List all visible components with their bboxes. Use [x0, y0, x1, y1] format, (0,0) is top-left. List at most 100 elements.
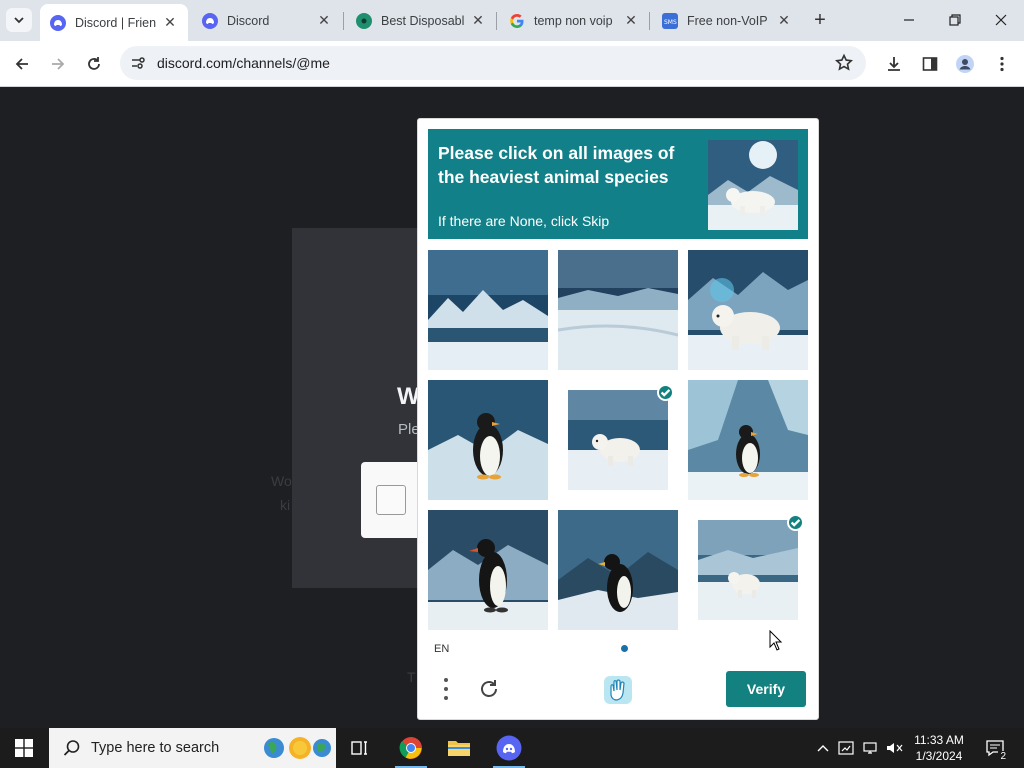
address-bar[interactable]: discord.com/channels/@me — [120, 46, 866, 80]
tab-strip: Discord | Friends ✕ Discord ✕ Best Dispo… — [0, 0, 1024, 41]
close-icon — [995, 14, 1007, 26]
tab-title: temp non voip — [534, 13, 613, 28]
hcaptcha-checkbox[interactable] — [376, 485, 406, 515]
reload-icon — [88, 57, 100, 70]
close-icon[interactable]: ✕ — [623, 12, 639, 29]
challenge-hint: If there are None, click Skip — [438, 213, 610, 229]
mouse-cursor-icon — [769, 629, 783, 657]
background-text: Wo — [271, 473, 292, 489]
google-icon — [509, 13, 525, 29]
clock-time: 11:33 AM — [914, 733, 964, 747]
url-text: discord.com/channels/@me — [157, 55, 330, 71]
sms-icon: SMS — [662, 12, 678, 29]
search-placeholder: Type here to search — [91, 740, 220, 756]
profile-avatar-icon[interactable] — [955, 54, 975, 74]
discord-icon — [50, 14, 66, 31]
challenge-image-4[interactable] — [428, 380, 548, 500]
site-info-icon[interactable] — [130, 55, 146, 76]
tray-app[interactable] — [836, 728, 856, 768]
clock-date: 1/3/2024 — [915, 749, 963, 763]
refresh-icon — [481, 680, 497, 697]
tab-title: Discord — [227, 13, 270, 28]
challenge-image-8[interactable] — [558, 510, 678, 630]
network-icon — [863, 742, 877, 754]
taskbar-discord[interactable] — [485, 728, 533, 768]
challenge-image-5[interactable] — [558, 380, 678, 500]
chevron-down-icon — [14, 17, 24, 24]
window-close-button[interactable] — [978, 0, 1024, 40]
challenge-image-7[interactable] — [428, 510, 548, 630]
sample-image-polar-bear — [708, 140, 798, 230]
challenge-image-2[interactable] — [558, 250, 678, 370]
dot-icon — [444, 696, 448, 701]
chevron-up-icon — [817, 745, 829, 752]
side-panel-icon[interactable] — [920, 54, 940, 74]
tab-separator — [649, 12, 650, 30]
tab-discord-friends[interactable]: Discord | Friends ✕ — [40, 4, 188, 41]
close-icon[interactable]: ✕ — [162, 14, 178, 31]
dot-icon — [444, 686, 448, 691]
verify-button[interactable]: Verify — [726, 671, 806, 707]
close-icon[interactable]: ✕ — [776, 12, 792, 29]
system-clock[interactable]: 11:33 AM 1/3/2024 — [900, 732, 978, 764]
task-view-icon — [351, 741, 367, 755]
challenge-image-3[interactable] — [688, 250, 808, 370]
restore-icon — [949, 14, 961, 26]
tab-best-disposable[interactable]: Best Disposable ✕ — [346, 4, 496, 37]
notification-count: 2 — [998, 751, 1008, 762]
reload-button[interactable] — [81, 51, 107, 77]
minimize-icon — [904, 19, 914, 21]
notification-center[interactable]: 2 — [980, 728, 1010, 768]
challenge-image-1[interactable] — [428, 250, 548, 370]
tab-temp-non-voip[interactable]: temp non voip ✕ — [499, 4, 649, 37]
close-icon[interactable]: ✕ — [316, 12, 332, 29]
generic-site-icon — [356, 12, 372, 29]
hcaptcha-logo-icon[interactable] — [601, 673, 635, 712]
background-text: T — [407, 669, 416, 685]
challenge-menu-button[interactable] — [438, 675, 454, 703]
tab-separator — [343, 12, 344, 30]
download-icon[interactable] — [884, 54, 904, 74]
windows-logo-icon — [15, 739, 33, 757]
discord-icon — [202, 12, 218, 29]
svg-text:SMS: SMS — [664, 19, 677, 25]
tab-title: Discord | Friends — [75, 15, 156, 30]
tab-search-button[interactable] — [6, 8, 32, 32]
taskbar-search-box[interactable]: Type here to search — [49, 728, 336, 768]
page-indicator-dot — [621, 645, 628, 652]
search-icon — [63, 740, 80, 756]
show-hidden-icons[interactable] — [814, 728, 832, 768]
forward-button[interactable] — [45, 51, 71, 77]
checkmark-icon — [787, 514, 804, 531]
challenge-question: Please click on all images of the heavie… — [438, 143, 675, 187]
tray-app-icon — [838, 741, 854, 755]
windows-taskbar: Type here to search 11:33 AM 1/3/2024 2 — [0, 728, 1024, 768]
arrow-right-icon — [52, 58, 65, 70]
taskbar-file-explorer[interactable] — [435, 728, 483, 768]
tab-title: Best Disposable — [381, 13, 464, 28]
close-icon[interactable]: ✕ — [470, 12, 486, 29]
browser-toolbar: discord.com/channels/@me — [0, 41, 1024, 87]
tab-discord[interactable]: Discord ✕ — [192, 4, 342, 37]
challenge-image-9[interactable] — [688, 510, 808, 630]
bookmark-star-icon[interactable] — [834, 53, 854, 78]
challenge-prompt: Please click on all images of the heavie… — [428, 129, 808, 239]
minimize-button[interactable] — [886, 0, 932, 40]
language-selector[interactable]: EN — [434, 643, 449, 655]
challenge-image-6[interactable] — [688, 380, 808, 500]
refresh-challenge-button[interactable] — [477, 677, 501, 706]
restore-button[interactable] — [932, 0, 978, 40]
arrow-left-icon — [15, 58, 28, 70]
more-menu-icon[interactable] — [992, 54, 1012, 74]
checkmark-icon — [657, 384, 674, 401]
new-tab-button[interactable]: + — [808, 8, 832, 32]
folder-icon — [448, 741, 470, 756]
network-status[interactable] — [860, 728, 882, 768]
back-button[interactable] — [9, 51, 35, 77]
task-view-button[interactable] — [336, 728, 384, 768]
start-button[interactable] — [0, 728, 48, 768]
chrome-icon — [399, 737, 422, 759]
dot-icon — [444, 677, 448, 682]
tab-free-non-voip[interactable]: SMS Free non-VoIP ✕ — [652, 4, 802, 37]
taskbar-chrome[interactable] — [387, 728, 435, 768]
